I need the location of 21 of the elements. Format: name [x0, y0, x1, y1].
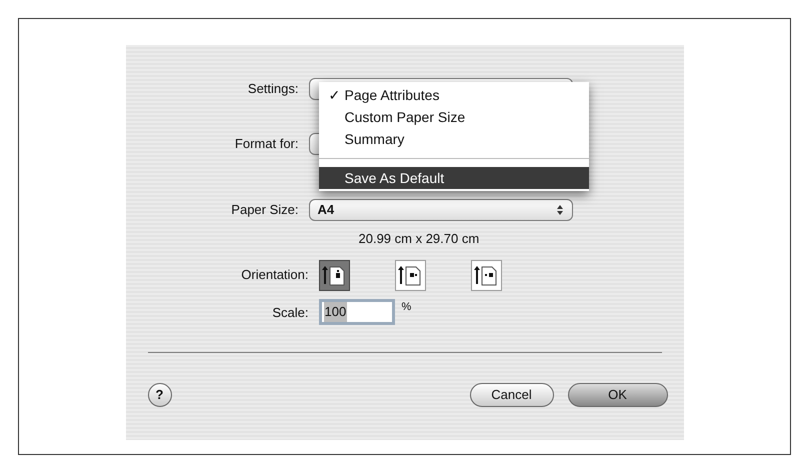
- settings-label: Settings:: [246, 80, 300, 98]
- menu-item[interactable]: Save As Default: [318, 167, 588, 189]
- help-button[interactable]: ?: [148, 383, 172, 407]
- paper-size-label: Paper Size:: [230, 201, 300, 220]
- paper-size-popup[interactable]: A4: [308, 199, 572, 221]
- orientation-button[interactable]: [394, 260, 426, 290]
- orientation-label: Orientation:: [240, 266, 310, 284]
- paper-dimensions: 20.99 cm x 29.70 cm: [358, 230, 480, 248]
- check-mark: ✓: [328, 86, 340, 104]
- menu-item[interactable]: Custom Paper Size: [318, 106, 588, 128]
- dialog-button[interactable]: OK: [568, 383, 668, 407]
- orientation-button[interactable]: [318, 260, 350, 290]
- scale-label: Scale:: [271, 304, 310, 322]
- stepper-icon: [556, 204, 564, 216]
- format-for-label: Format for:: [234, 135, 300, 154]
- menu-item[interactable]: ✓ Page Attributes: [318, 84, 588, 106]
- menu-item[interactable]: Summary: [318, 128, 588, 150]
- orientation-button[interactable]: [470, 260, 502, 290]
- scale-field[interactable]: 100: [318, 299, 394, 325]
- dialog-button[interactable]: Cancel: [470, 383, 554, 407]
- percent-label: %: [402, 300, 412, 315]
